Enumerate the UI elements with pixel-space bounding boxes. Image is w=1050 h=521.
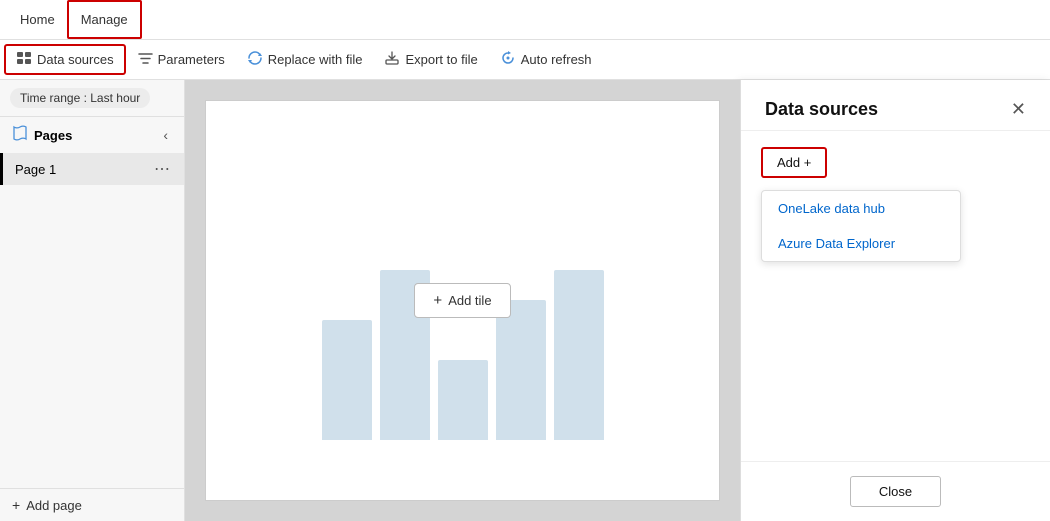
datasources-button[interactable]: Data sources — [4, 44, 126, 75]
close-panel-button[interactable]: Close — [850, 476, 941, 507]
time-range-label: Time range : Last hour — [20, 91, 140, 105]
chart-bar-1 — [322, 320, 372, 440]
export-button[interactable]: Export to file — [374, 46, 487, 73]
export-label: Export to file — [405, 52, 477, 67]
chart-bar-5 — [554, 270, 604, 440]
parameters-label: Parameters — [158, 52, 225, 67]
onelake-item[interactable]: OneLake data hub — [762, 191, 960, 226]
refresh-icon — [500, 50, 516, 69]
pages-header: Pages ‹ — [0, 117, 184, 153]
datasources-label: Data sources — [37, 52, 114, 67]
replace-button[interactable]: Replace with file — [237, 46, 373, 73]
panel-title: Data sources — [765, 99, 878, 120]
data-sources-panel: Data sources ✕ Add + OneLake data hub Az… — [740, 80, 1050, 521]
time-range-pill[interactable]: Time range : Last hour — [10, 88, 150, 108]
main-layout: Time range : Last hour Pages ‹ Page 1 ⋯ … — [0, 80, 1050, 521]
pages-header-left: Pages — [12, 125, 72, 145]
datasource-dropdown: OneLake data hub Azure Data Explorer — [761, 190, 961, 262]
panel-header: Data sources ✕ — [741, 80, 1050, 131]
canvas-inner: + Add tile — [205, 100, 720, 501]
panel-body: Add + OneLake data hub Azure Data Explor… — [741, 131, 1050, 461]
autorefresh-label: Auto refresh — [521, 52, 592, 67]
add-page-label: Add page — [26, 498, 82, 513]
collapse-pages-button[interactable]: ‹ — [159, 125, 172, 145]
replace-label: Replace with file — [268, 52, 363, 67]
add-page-button[interactable]: + Add page — [0, 488, 184, 521]
chart-bar-3 — [438, 360, 488, 440]
nav-home[interactable]: Home — [8, 0, 67, 39]
autorefresh-button[interactable]: Auto refresh — [490, 46, 602, 73]
nav-manage[interactable]: Manage — [67, 0, 142, 39]
add-page-plus-icon: + — [12, 497, 20, 513]
add-datasource-label: Add + — [777, 155, 811, 170]
chart-bar-4 — [496, 300, 546, 440]
pages-icon — [12, 125, 28, 145]
parameters-button[interactable]: Parameters — [128, 47, 235, 73]
datasource-icon — [16, 50, 32, 69]
azure-explorer-item[interactable]: Azure Data Explorer — [762, 226, 960, 261]
panel-footer: Close — [741, 461, 1050, 521]
page-options-button[interactable]: ⋯ — [152, 159, 172, 179]
add-tile-plus-icon: + — [433, 292, 442, 309]
add-tile-button[interactable]: + Add tile — [414, 283, 510, 318]
filter-icon — [138, 51, 153, 69]
page1-label: Page 1 — [15, 162, 56, 177]
canvas-area: + Add tile — [185, 80, 740, 521]
sidebar: Time range : Last hour Pages ‹ Page 1 ⋯ … — [0, 80, 185, 521]
export-icon — [384, 50, 400, 69]
replace-icon — [247, 50, 263, 69]
toolbar: Data sources Parameters Replace with fil… — [0, 40, 1050, 80]
top-nav: Home Manage — [0, 0, 1050, 40]
page-item[interactable]: Page 1 ⋯ — [0, 153, 184, 185]
pages-title: Pages — [34, 128, 72, 143]
panel-close-button[interactable]: ✕ — [1007, 98, 1030, 120]
add-datasource-button[interactable]: Add + — [761, 147, 827, 178]
time-range-bar: Time range : Last hour — [0, 80, 184, 117]
add-tile-label: Add tile — [448, 293, 491, 308]
